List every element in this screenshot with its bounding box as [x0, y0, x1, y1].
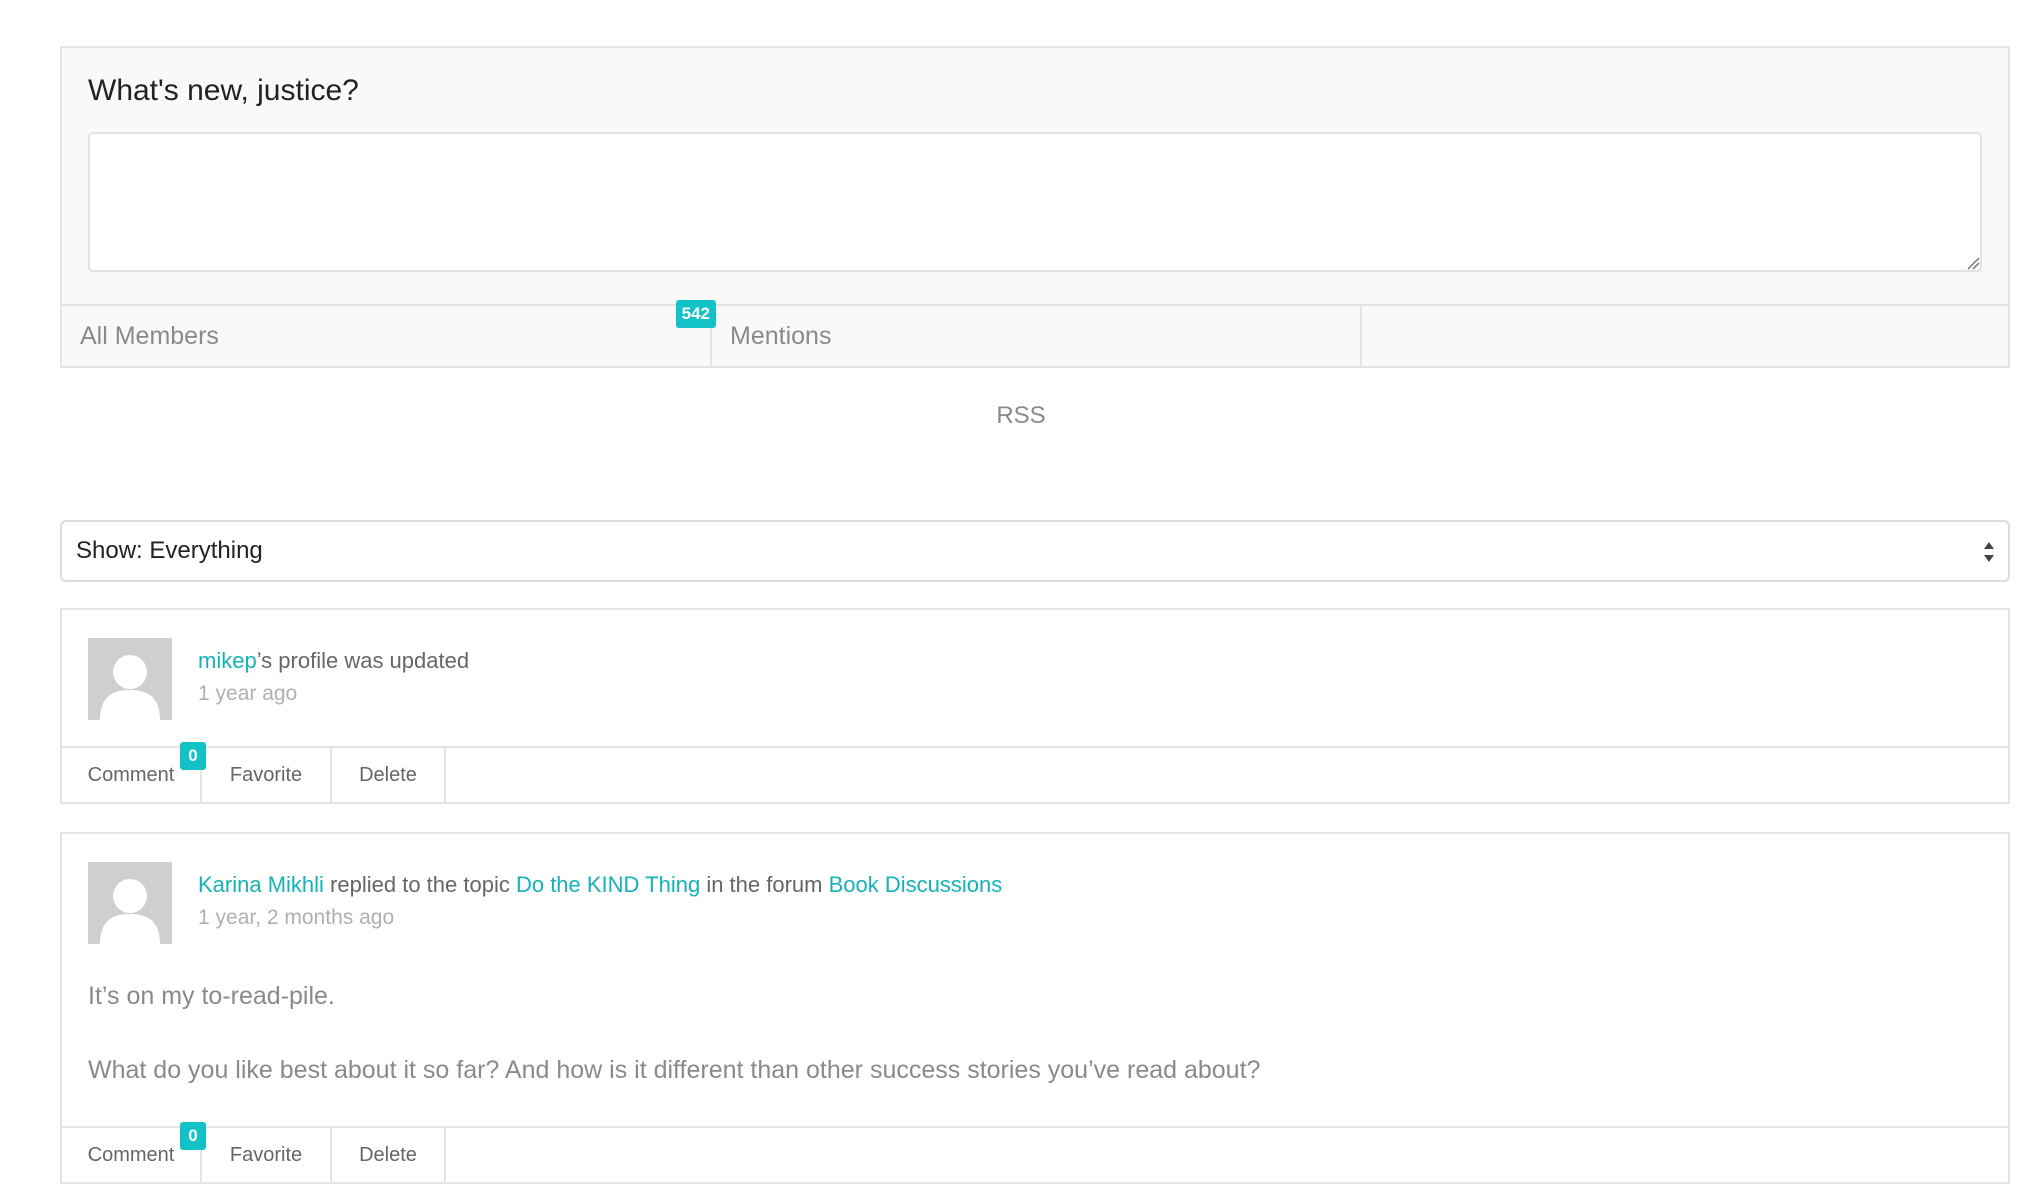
delete-button[interactable]: Delete: [332, 748, 446, 802]
activity-action-text: in the forum: [700, 872, 829, 897]
activity-page: What's new, justice? All Members 542 Men…: [0, 0, 2042, 1198]
comment-button[interactable]: Comment 0: [62, 742, 206, 802]
activity-item: Karina Mikhli replied to the topic Do th…: [60, 832, 2010, 1184]
activity-time: 1 year, 2 months ago: [198, 906, 395, 929]
forum-link[interactable]: Book Discussions: [829, 872, 1003, 897]
avatar[interactable]: [88, 638, 172, 720]
activity-tabs: All Members 542 Mentions: [62, 300, 2008, 366]
activity-time: 1 year ago: [198, 682, 298, 705]
activity-item: mikep’s profile was updated 1 year ago C…: [60, 608, 2010, 804]
activity-actions: Comment 0 Favorite Delete: [62, 742, 2008, 802]
activity-actions: Comment 0 Favorite Delete: [62, 1122, 2008, 1182]
author-link[interactable]: mikep: [198, 648, 257, 673]
activity-header: mikep’s profile was updated: [198, 648, 469, 674]
tab-all-members-label: All Members: [80, 321, 219, 350]
activity-action-text: ’s profile was updated: [256, 648, 470, 673]
activity-filter-select[interactable]: Show: Everything: [60, 520, 2010, 582]
favorite-button[interactable]: Favorite: [202, 748, 332, 802]
whats-new-textarea[interactable]: [88, 132, 1982, 272]
resize-grip-icon[interactable]: [1966, 256, 1980, 270]
whats-new-heading: What's new, justice?: [88, 74, 359, 107]
delete-button[interactable]: Delete: [332, 1128, 446, 1182]
favorite-button[interactable]: Favorite: [202, 1128, 332, 1182]
whats-new-form: What's new, justice? All Members 542 Men…: [60, 46, 2010, 368]
select-arrows-icon: [1984, 542, 1994, 562]
rss-link[interactable]: RSS: [0, 402, 2042, 430]
tab-all-members[interactable]: All Members 542: [62, 300, 716, 366]
topic-link[interactable]: Do the KIND Thing: [516, 872, 700, 897]
comment-label: Comment: [87, 763, 175, 786]
activity-header: Karina Mikhli replied to the topic Do th…: [198, 872, 1002, 898]
default-user-icon: [88, 862, 172, 944]
content-paragraph: What do you like best about it so far? A…: [88, 1056, 1261, 1084]
tab-mentions-label: Mentions: [730, 321, 832, 350]
comment-label: Comment: [87, 1143, 175, 1166]
author-link[interactable]: Karina Mikhli: [198, 872, 324, 897]
tab-mentions[interactable]: Mentions: [712, 306, 1362, 366]
members-count-badge: 542: [675, 300, 716, 328]
filter-selected-value: Show: Everything: [76, 537, 263, 564]
tab-empty[interactable]: [1362, 306, 2008, 366]
avatar[interactable]: [88, 862, 172, 944]
comment-button[interactable]: Comment 0: [62, 1122, 206, 1182]
activity-action-text: replied to the topic: [323, 872, 516, 897]
default-user-icon: [88, 638, 172, 720]
content-paragraph: It’s on my to-read-pile.: [88, 982, 335, 1010]
